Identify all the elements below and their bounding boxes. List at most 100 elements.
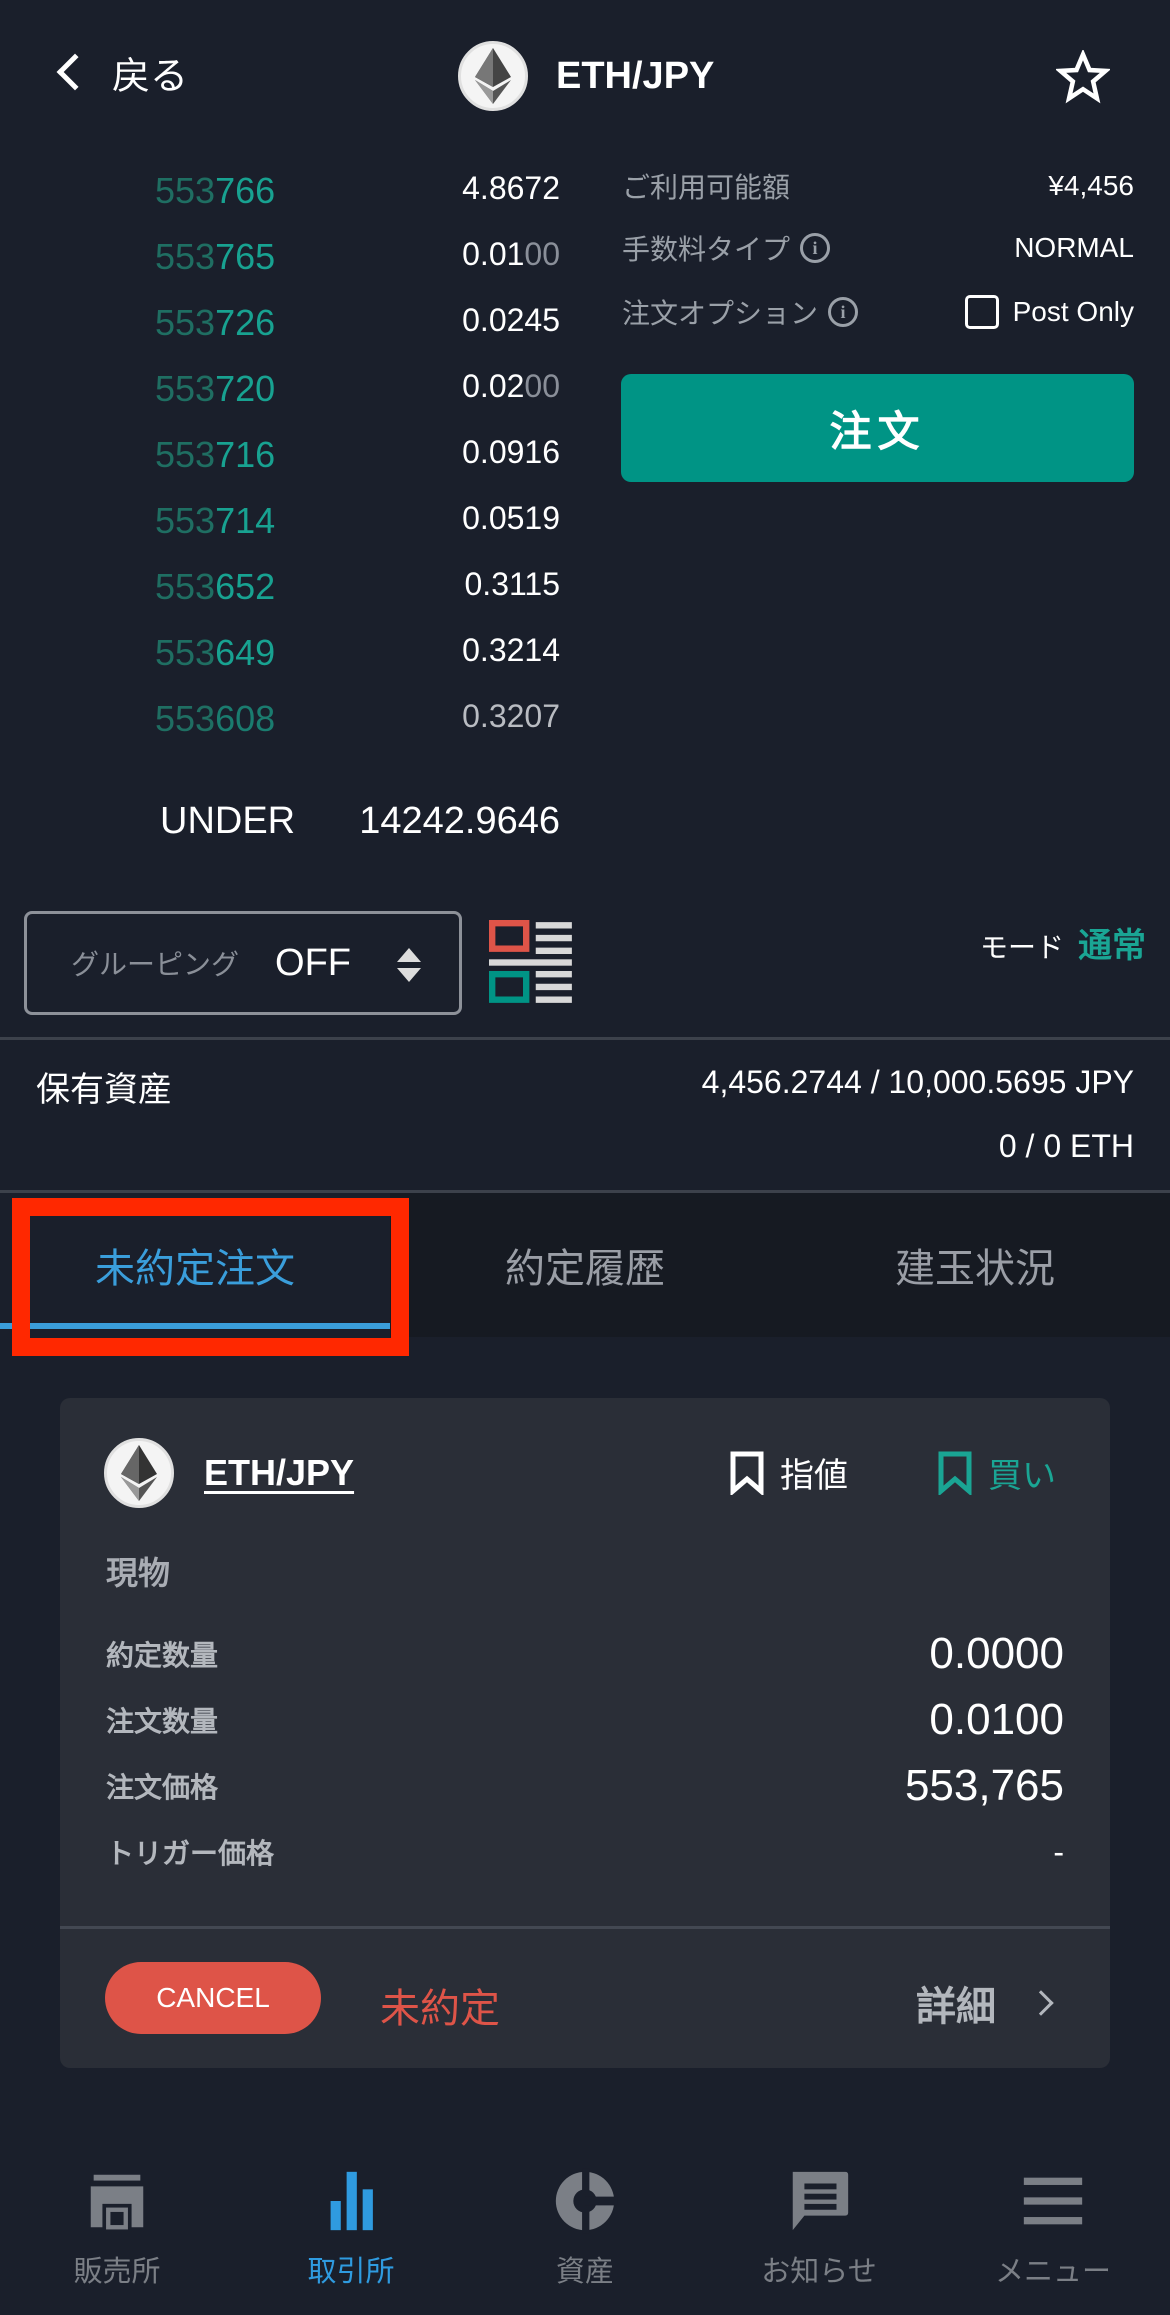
price-prefix: 553: [155, 698, 216, 739]
post-only-checkbox[interactable]: Post Only: [964, 295, 1134, 329]
back-button[interactable]: 戻る: [52, 44, 188, 100]
order-price: 553649: [155, 632, 275, 674]
nav-label: メニュー: [994, 2254, 1111, 2288]
fee-type-value: NORMAL: [1014, 232, 1134, 263]
order-option-row: 注文オプション i Post Only: [622, 290, 1134, 334]
price-suffix: 765: [215, 236, 276, 277]
field-row: 注文価格 553,765: [106, 1756, 1064, 1816]
price-prefix: 553: [155, 170, 216, 211]
cancel-button[interactable]: CANCEL: [105, 1962, 321, 2034]
field-row: 注文数量 0.0100: [106, 1690, 1064, 1750]
field-value: 0.0000: [929, 1629, 1064, 1678]
price-prefix: 553: [155, 368, 216, 409]
order-qty: 0.3214: [462, 632, 560, 669]
order-book-row[interactable]: 553716 0.0916: [0, 434, 580, 500]
nav-item-exchange[interactable]: 取引所: [234, 2140, 468, 2315]
order-status: 未約定: [380, 1986, 500, 2032]
page-title: ETH/JPY: [458, 40, 714, 112]
nav-label: 販売所: [73, 2254, 161, 2288]
sort-arrows-icon: [397, 948, 421, 982]
qty-main: 0.3214: [462, 632, 560, 668]
price-prefix: 553: [155, 500, 216, 541]
order-book-row[interactable]: 553726 0.0245: [0, 302, 580, 368]
order-qty: 0.0200: [462, 368, 560, 405]
order-qty: 0.3115: [465, 566, 561, 603]
field-label: トリガー価格: [106, 1837, 275, 1870]
order-price: 553608: [155, 698, 275, 740]
order-price: 553716: [155, 434, 275, 476]
order-qty: 0.0916: [462, 434, 560, 471]
price-suffix: 720: [215, 368, 276, 409]
order-qty: 4.8672: [462, 170, 560, 207]
order-book-row[interactable]: 553714 0.0519: [0, 500, 580, 566]
detail-link[interactable]: 詳細: [916, 1974, 1054, 2032]
pair-title: ETH/JPY: [556, 54, 715, 97]
field-value: 0.0100: [929, 1695, 1064, 1744]
card-header: ETH/JPY: [104, 1438, 354, 1508]
grouping-label: グルーピング: [71, 948, 240, 981]
grouping-select[interactable]: グルーピング OFF: [24, 911, 462, 1015]
tab-positions[interactable]: 建玉状況: [780, 1193, 1170, 1337]
order-book-row[interactable]: 553766 4.8672: [0, 170, 580, 236]
mode-value: 通常: [1078, 926, 1146, 966]
order-type-label: 指値: [780, 1456, 848, 1496]
nav-label: お知らせ: [761, 2254, 877, 2288]
price-prefix: 553: [155, 236, 216, 277]
nav-item-assets[interactable]: 資産: [468, 2140, 702, 2315]
info-icon[interactable]: i: [828, 297, 859, 327]
nav-item-menu[interactable]: メニュー: [936, 2140, 1170, 2315]
order-book-row[interactable]: 553765 0.0100: [0, 236, 580, 302]
fee-type-label: 手数料タイプ: [622, 233, 791, 266]
mode-label: モード: [979, 931, 1064, 964]
qty-main: 0.0245: [462, 302, 560, 338]
order-qty: 0.0245: [462, 302, 560, 339]
field-value: -: [1053, 1833, 1064, 1870]
side-label: 買い: [988, 1456, 1056, 1496]
order-card: ETH/JPY 指値 買い 現物 約定数量 0.0000 注文数量 0.0100 注…: [60, 1398, 1110, 2068]
nav-item-news[interactable]: お知らせ: [702, 2140, 936, 2315]
price-suffix: 652: [215, 566, 276, 607]
order-price: 553652: [155, 566, 275, 608]
price-suffix: 608: [215, 698, 276, 739]
qty-main: 0.0519: [462, 500, 560, 536]
order-price: 553714: [155, 500, 275, 542]
holdings-label: 保有資産: [36, 1070, 172, 1110]
price-prefix: 553: [155, 434, 216, 475]
nav-label: 取引所: [307, 2254, 395, 2288]
order-type-tag: 指値: [730, 1448, 848, 1497]
orderbook-layout-icon[interactable]: [489, 920, 574, 1005]
price-suffix: 716: [215, 434, 276, 475]
app-header: 戻る ETH/JPY: [0, 0, 1170, 140]
order-button[interactable]: 注文: [621, 374, 1134, 482]
order-book-row[interactable]: 553720 0.0200: [0, 368, 580, 434]
order-book-row[interactable]: 553608 0.3207: [0, 698, 580, 764]
back-label: 戻る: [112, 53, 189, 98]
holdings-eth: 0 / 0 ETH: [998, 1128, 1134, 1164]
nav-item-shop[interactable]: 販売所: [0, 2140, 234, 2315]
card-pair-link[interactable]: ETH/JPY: [204, 1452, 354, 1494]
divider: [0, 1037, 1170, 1040]
fee-type-row: 手数料タイプ i NORMAL: [622, 226, 1134, 270]
order-book-row[interactable]: 553652 0.3115: [0, 566, 580, 632]
order-qty: 0.3207: [462, 698, 560, 735]
info-icon[interactable]: i: [800, 233, 831, 263]
price-prefix: 553: [155, 632, 216, 673]
tab-open-orders[interactable]: 未約定注文: [0, 1193, 390, 1337]
mode-indicator[interactable]: モード 通常: [980, 918, 1146, 967]
qty-main: 0.3115: [464, 566, 561, 602]
order-tabs: 未約定注文 約定履歴 建玉状況: [0, 1193, 1170, 1337]
checkbox-icon[interactable]: [964, 295, 999, 329]
star-icon[interactable]: [1056, 50, 1110, 104]
detail-label: 詳細: [916, 1984, 996, 2030]
chevron-left-icon: [56, 53, 94, 91]
order-qty: 0.0100: [462, 236, 560, 273]
field-row: トリガー価格 -: [106, 1822, 1064, 1882]
qty-main: 4.8672: [462, 170, 560, 206]
field-value: 553,765: [904, 1761, 1064, 1810]
nav-label: 資産: [555, 2254, 614, 2288]
bookmark-icon: [938, 1451, 972, 1495]
tab-trade-history[interactable]: 約定履歴: [390, 1193, 780, 1337]
bookmark-icon: [730, 1451, 764, 1495]
qty-trailing: 00: [524, 368, 560, 404]
order-book-row[interactable]: 553649 0.3214: [0, 632, 580, 698]
